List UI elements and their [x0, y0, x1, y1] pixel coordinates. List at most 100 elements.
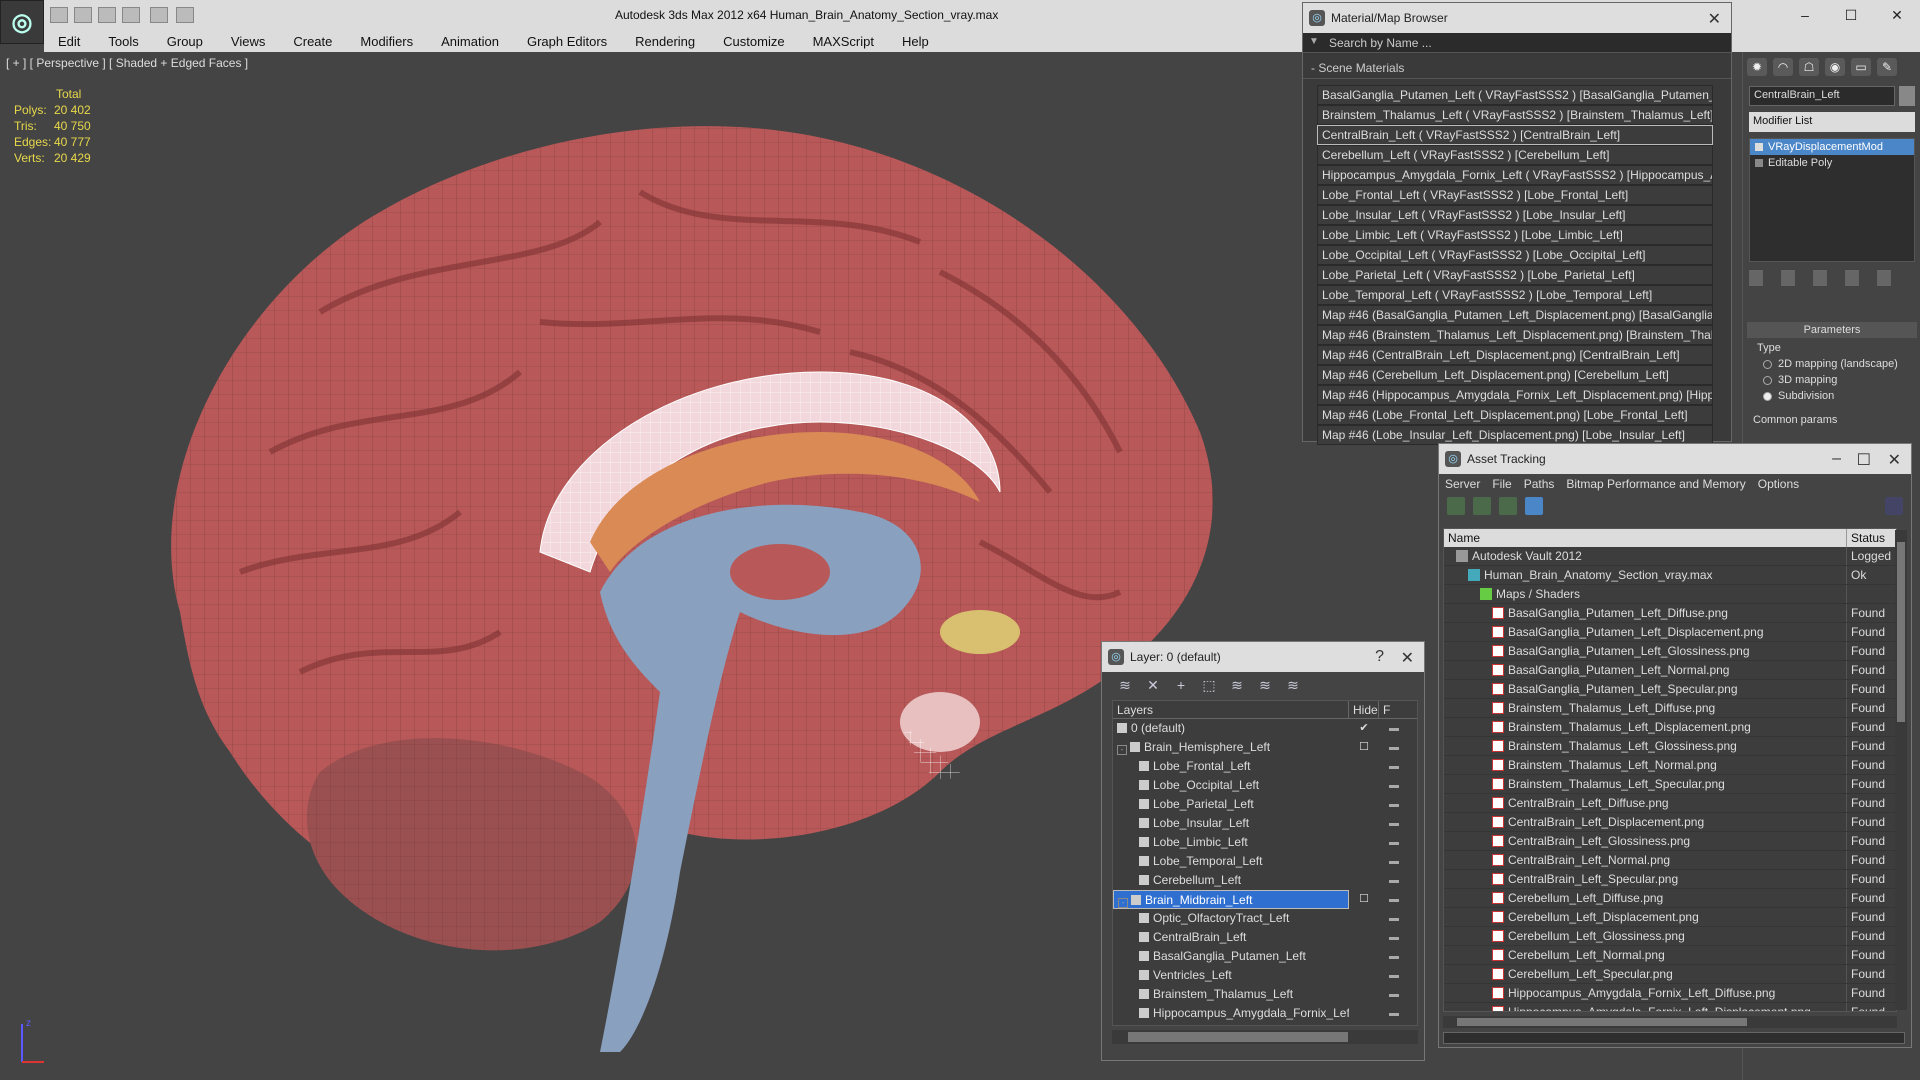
- horizontal-scrollbar[interactable]: [1112, 1030, 1418, 1044]
- layer-row[interactable]: Brainstem_Thalamus_Left ▬: [1113, 985, 1417, 1004]
- material-item[interactable]: Cerebellum_Left ( VRayFastSSS2 ) [Cerebe…: [1317, 145, 1713, 165]
- asset-row[interactable]: Cerebellum_Left_Specular.png Found: [1444, 965, 1896, 984]
- layer-row[interactable]: BasalGanglia_Putamen_Left ▬: [1113, 947, 1417, 966]
- material-search-input[interactable]: ▼ Search by Name ...: [1303, 33, 1731, 53]
- make-unique-icon[interactable]: [1813, 270, 1827, 286]
- radio-icon[interactable]: [1763, 375, 1772, 385]
- hide-toggle[interactable]: [1349, 871, 1379, 890]
- stack-item-editable-poly[interactable]: Editable Poly: [1750, 155, 1914, 171]
- menu-item-group[interactable]: Group: [153, 34, 217, 49]
- material-item[interactable]: Brainstem_Thalamus_Left ( VRayFastSSS2 )…: [1317, 105, 1713, 125]
- freeze-toggle-icon[interactable]: ▬: [1379, 1004, 1409, 1023]
- app-logo-icon[interactable]: ◎: [0, 0, 44, 44]
- radio-icon[interactable]: [1763, 359, 1772, 369]
- hide-toggle[interactable]: [1349, 966, 1379, 985]
- minimize-icon[interactable]: –: [1782, 0, 1828, 30]
- column-layers[interactable]: Layers: [1113, 701, 1349, 718]
- layer-row[interactable]: Lobe_Frontal_Left ▬: [1113, 757, 1417, 776]
- new-file-icon[interactable]: [98, 7, 116, 23]
- column-status[interactable]: Status: [1847, 529, 1885, 547]
- asset-menu-bitmap-performance-and-memory[interactable]: Bitmap Performance and Memory: [1560, 477, 1751, 491]
- material-item[interactable]: BasalGanglia_Putamen_Left ( VRayFastSSS2…: [1317, 85, 1713, 105]
- freeze-toggle-icon[interactable]: ▬: [1379, 833, 1409, 852]
- asset-row[interactable]: BasalGanglia_Putamen_Left_Displacement.p…: [1444, 623, 1896, 642]
- hide-toggle[interactable]: [1349, 928, 1379, 947]
- refresh-icon[interactable]: [1447, 497, 1465, 515]
- menu-item-customize[interactable]: Customize: [709, 34, 798, 49]
- close-icon[interactable]: ✕: [1708, 9, 1721, 29]
- hide-toggle[interactable]: [1349, 947, 1379, 966]
- scene-materials-group[interactable]: - Scene Materials: [1303, 61, 1731, 79]
- hide-toggle[interactable]: [1349, 776, 1379, 795]
- table-view-icon[interactable]: [1525, 497, 1543, 515]
- delete-layer-icon[interactable]: ✕: [1144, 676, 1162, 694]
- material-item[interactable]: Map #46 (Brainstem_Thalamus_Left_Displac…: [1317, 325, 1713, 345]
- modify-tab-icon[interactable]: ◠: [1773, 58, 1793, 76]
- asset-row[interactable]: Cerebellum_Left_Displacement.png Found: [1444, 908, 1896, 927]
- asset-row[interactable]: CentralBrain_Left_Specular.png Found: [1444, 870, 1896, 889]
- layer-row[interactable]: CentralBrain_Left ▬: [1113, 928, 1417, 947]
- freeze-toggle-icon[interactable]: ▬: [1379, 814, 1409, 833]
- menu-item-tools[interactable]: Tools: [94, 34, 152, 49]
- freeze-toggle-icon[interactable]: ▬: [1379, 738, 1409, 757]
- material-item[interactable]: Map #46 (Lobe_Frontal_Left_Displacement.…: [1317, 405, 1713, 425]
- maximize-icon[interactable]: ☐: [1828, 0, 1874, 30]
- asset-menu-file[interactable]: File: [1486, 477, 1517, 491]
- options-arrow-icon[interactable]: ▼: [1309, 36, 1319, 47]
- material-item[interactable]: Lobe_Insular_Left ( VRayFastSSS2 ) [Lobe…: [1317, 205, 1713, 225]
- freeze-toggle-icon[interactable]: ▬: [1379, 871, 1409, 890]
- material-item[interactable]: Map #46 (Hippocampus_Amygdala_Fornix_Lef…: [1317, 385, 1713, 405]
- freeze-toggle-icon[interactable]: ▬: [1379, 776, 1409, 795]
- material-item[interactable]: Map #46 (BasalGanglia_Putamen_Left_Displ…: [1317, 305, 1713, 325]
- option-subdivision[interactable]: Subdivision: [1763, 390, 1834, 402]
- material-item[interactable]: Lobe_Frontal_Left ( VRayFastSSS2 ) [Lobe…: [1317, 185, 1713, 205]
- configure-sets-icon[interactable]: [1877, 270, 1891, 286]
- layer-row[interactable]: - Brain_Hemisphere_Left ☐ ▬: [1113, 738, 1417, 757]
- layer-row[interactable]: Ventricles_Left ▬: [1113, 966, 1417, 985]
- asset-row[interactable]: Brainstem_Thalamus_Left_Normal.png Found: [1444, 756, 1896, 775]
- close-icon[interactable]: ✕: [1401, 648, 1414, 668]
- asset-row[interactable]: Brainstem_Thalamus_Left_Glossiness.png Fo…: [1444, 737, 1896, 756]
- asset-row[interactable]: Cerebellum_Left_Glossiness.png Found: [1444, 927, 1896, 946]
- material-item[interactable]: Map #46 (Cerebellum_Left_Displacement.pn…: [1317, 365, 1713, 385]
- asset-row[interactable]: Cerebellum_Left_Normal.png Found: [1444, 946, 1896, 965]
- asset-row[interactable]: Hippocampus_Amygdala_Fornix_Left_Displac…: [1444, 1003, 1896, 1011]
- freeze-toggle-icon[interactable]: ▬: [1379, 928, 1409, 947]
- hide-toggle[interactable]: [1349, 833, 1379, 852]
- asset-row[interactable]: BasalGanglia_Putamen_Left_Glossiness.png…: [1444, 642, 1896, 661]
- material-item[interactable]: CentralBrain_Left ( VRayFastSSS2 ) [Cent…: [1317, 125, 1713, 145]
- menu-item-animation[interactable]: Animation: [427, 34, 513, 49]
- highlight-layer-icon[interactable]: ≋: [1228, 676, 1246, 694]
- asset-row[interactable]: Hippocampus_Amygdala_Fornix_Left_Diffuse…: [1444, 984, 1896, 1003]
- undo-icon[interactable]: [150, 7, 168, 23]
- select-objects-icon[interactable]: ⬚: [1200, 676, 1218, 694]
- hide-toggle[interactable]: [1349, 795, 1379, 814]
- asset-row[interactable]: Brainstem_Thalamus_Left_Specular.png Foun…: [1444, 775, 1896, 794]
- asset-row[interactable]: BasalGanglia_Putamen_Left_Normal.png Foun…: [1444, 661, 1896, 680]
- layer-row[interactable]: Hippocampus_Amygdala_Fornix_Left ▬: [1113, 1004, 1417, 1023]
- list-view-icon[interactable]: [1473, 497, 1491, 515]
- create-tab-icon[interactable]: ✹: [1747, 58, 1767, 76]
- layer-row[interactable]: - Brain_Midbrain_Left ☐ ▬: [1113, 890, 1417, 909]
- radio-selected-icon[interactable]: [1763, 391, 1772, 401]
- asset-row[interactable]: CentralBrain_Left_Glossiness.png Found: [1444, 832, 1896, 851]
- menu-item-graph-editors[interactable]: Graph Editors: [513, 34, 621, 49]
- hide-toggle[interactable]: [1349, 985, 1379, 1004]
- menu-item-rendering[interactable]: Rendering: [621, 34, 709, 49]
- stack-item-vraydisplacement[interactable]: VRayDisplacementMod: [1750, 139, 1914, 155]
- layer-row[interactable]: Optic_OlfactoryTract_Left ▬: [1113, 909, 1417, 928]
- close-icon[interactable]: ✕: [1888, 450, 1901, 470]
- menu-item-maxscript[interactable]: MAXScript: [799, 34, 888, 49]
- asset-row[interactable]: Autodesk Vault 2012 Logged: [1444, 547, 1896, 566]
- material-item[interactable]: Map #46 (Lobe_Insular_Left_Displacement.…: [1317, 425, 1713, 445]
- object-name-field[interactable]: CentralBrain_Left: [1749, 86, 1895, 106]
- utilities-tab-icon[interactable]: ✎: [1877, 58, 1897, 76]
- lightbulb-icon[interactable]: [1755, 143, 1763, 151]
- column-hide[interactable]: Hide: [1349, 701, 1379, 718]
- material-item[interactable]: Lobe_Temporal_Left ( VRayFastSSS2 ) [Lob…: [1317, 285, 1713, 305]
- create-layer-icon[interactable]: ≋: [1116, 676, 1134, 694]
- parameters-rollout[interactable]: Parameters: [1747, 322, 1917, 338]
- material-item[interactable]: Lobe_Occipital_Left ( VRayFastSSS2 ) [Lo…: [1317, 245, 1713, 265]
- hide-toggle[interactable]: [1349, 1004, 1379, 1023]
- freeze-toggle-icon[interactable]: ▬: [1379, 852, 1409, 871]
